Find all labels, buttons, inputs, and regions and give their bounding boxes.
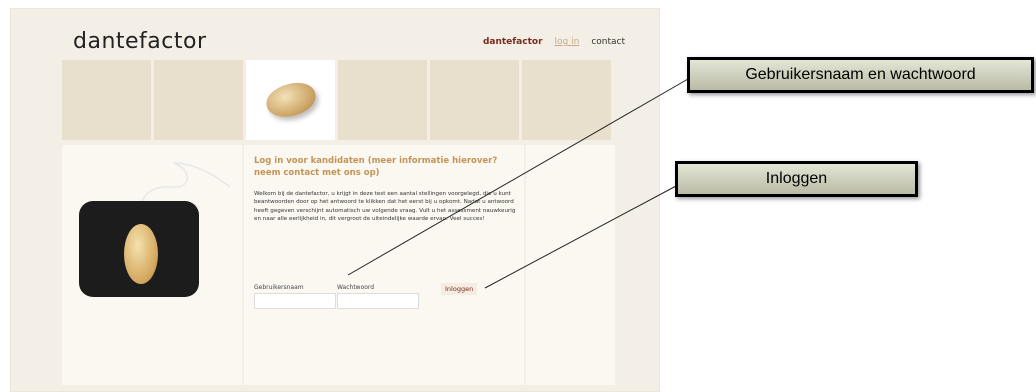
credentials-callout: Gebruikersnaam en wachtwoord (687, 57, 1034, 93)
login-callout: Inloggen (675, 161, 918, 197)
